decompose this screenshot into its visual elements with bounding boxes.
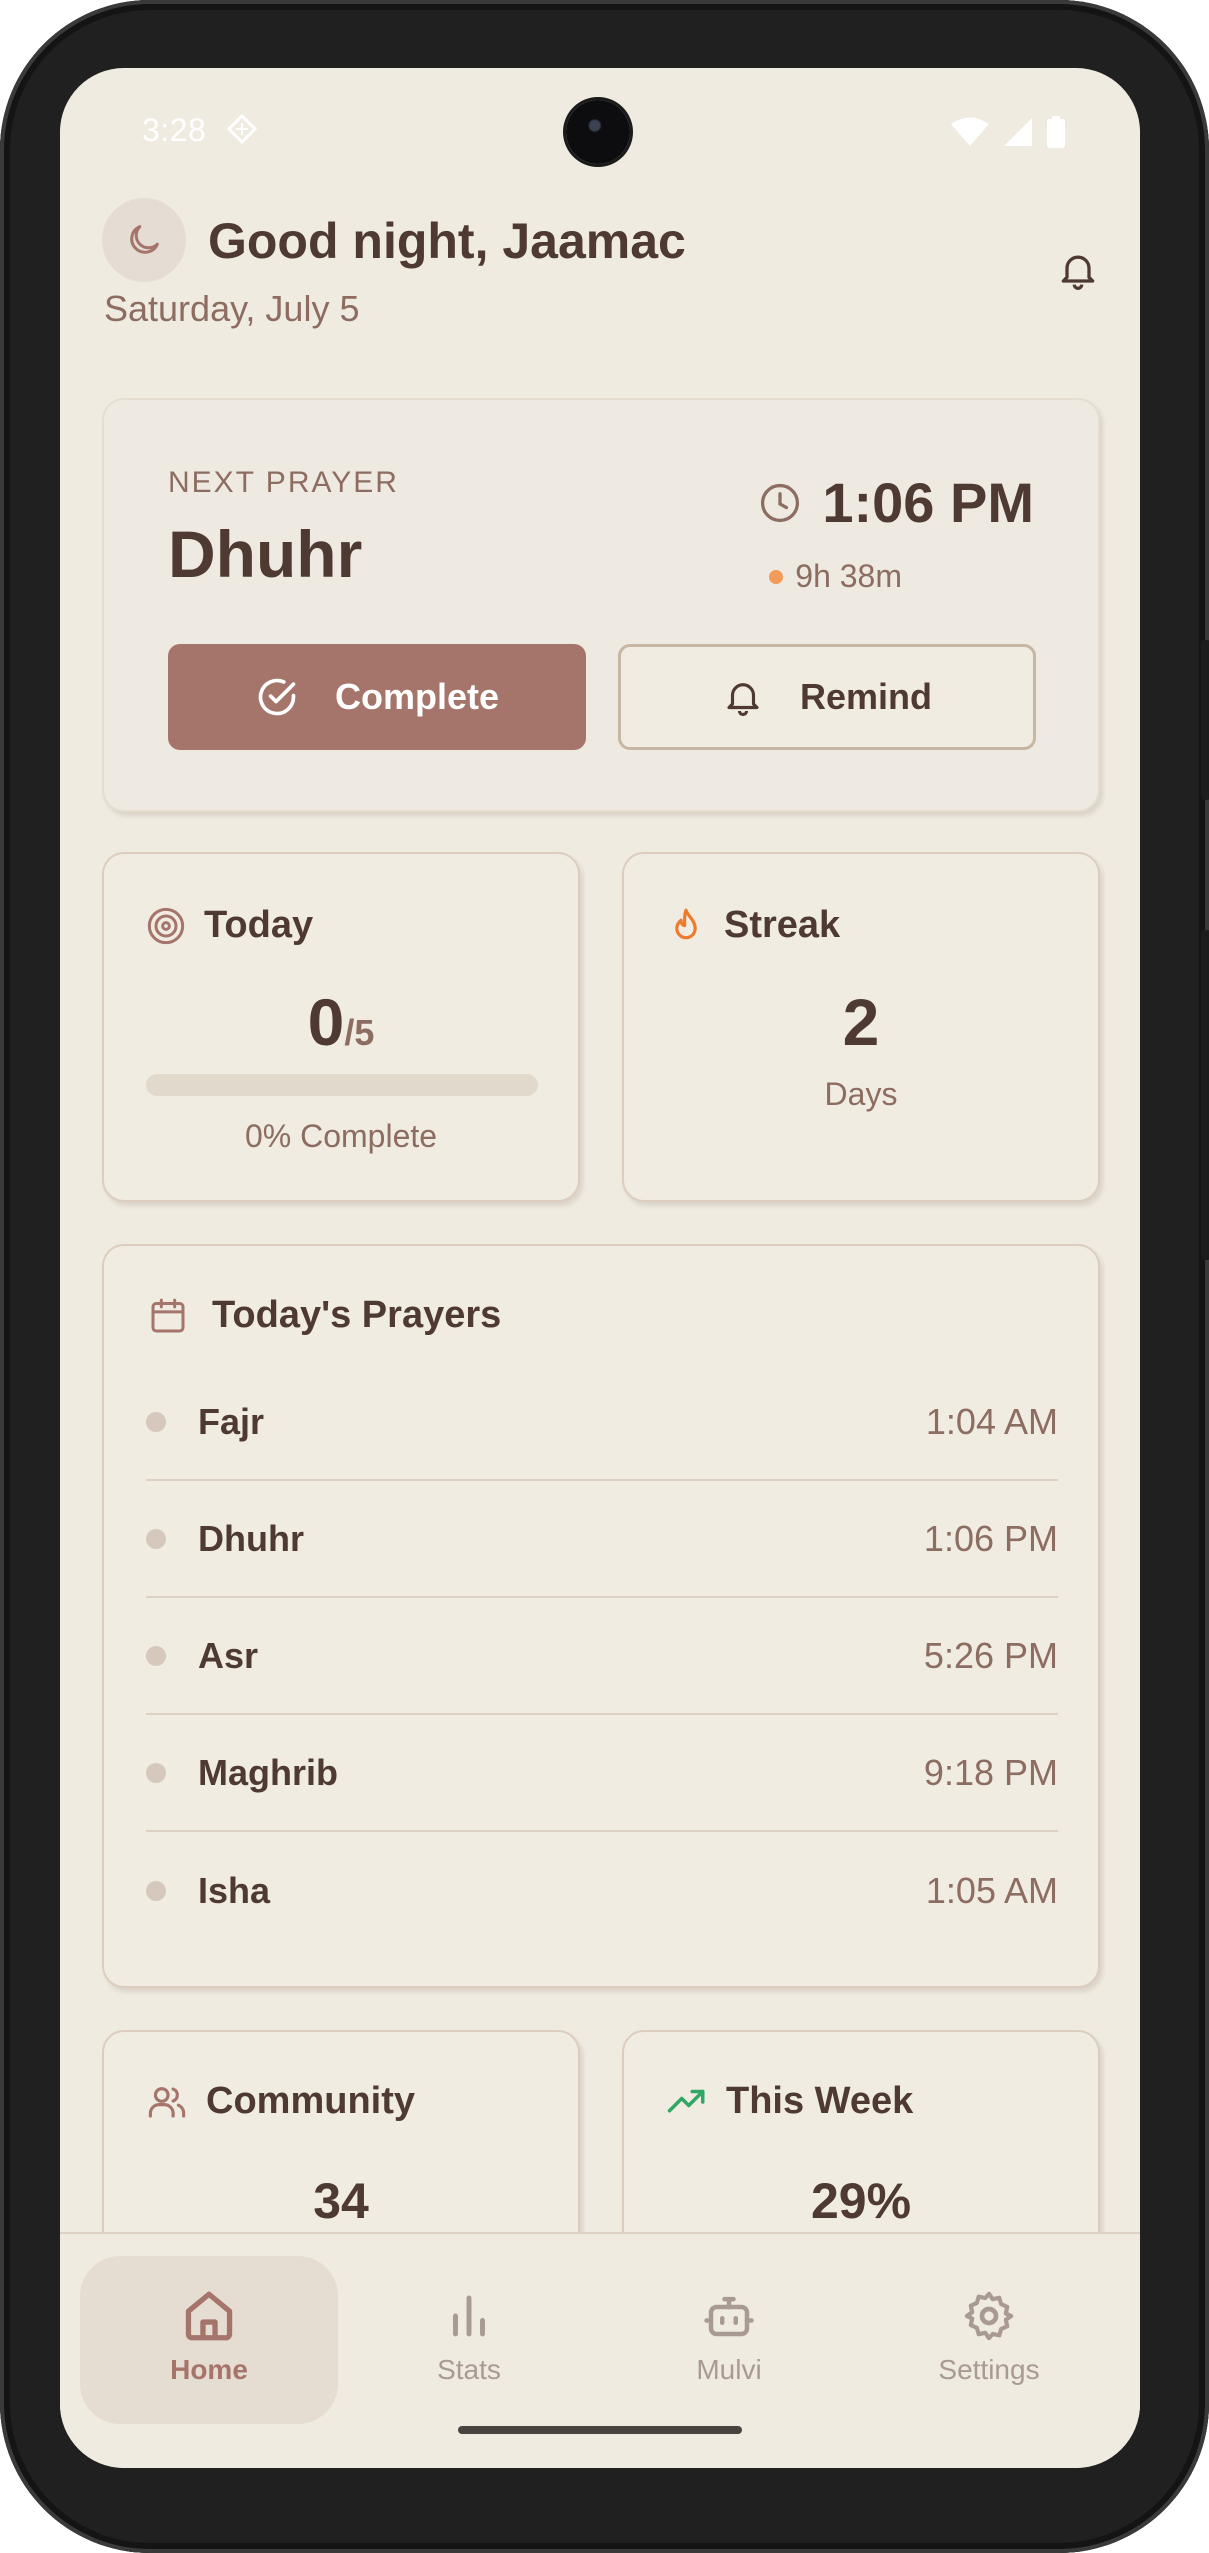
nav-mulvi-label: Mulvi bbox=[696, 2354, 762, 2385]
prayer-time: 5:26 PM bbox=[923, 1634, 1058, 1676]
countdown-dot bbox=[769, 569, 784, 584]
greeting: Good night, Jaamac bbox=[208, 213, 686, 269]
prayer-status-dot bbox=[146, 1880, 166, 1901]
signal-icon bbox=[1004, 118, 1032, 146]
prayer-name: Isha bbox=[198, 1869, 271, 1911]
next-prayer-name: Dhuhr bbox=[168, 517, 363, 591]
streak-unit: Days bbox=[824, 1076, 898, 1112]
nav-home[interactable]: Home bbox=[80, 2256, 338, 2424]
gear-icon bbox=[959, 2286, 1019, 2346]
calendar-icon bbox=[151, 1298, 185, 1332]
prayer-time: 1:06 PM bbox=[923, 1517, 1058, 1559]
today-percent: 0% Complete bbox=[244, 1118, 438, 1154]
next-prayer-card: NEXT PRAYER Dhuhr 1:06 PM 9h 38m Complet… bbox=[102, 398, 1100, 812]
complete-button-label: Complete bbox=[334, 676, 500, 717]
status-time: 3:28 bbox=[142, 112, 207, 148]
streak-count: 2 bbox=[842, 985, 880, 1059]
prayer-name: Dhuhr bbox=[198, 1517, 304, 1559]
prayer-name: Asr bbox=[198, 1634, 259, 1676]
nav-stats[interactable]: Stats bbox=[340, 2256, 598, 2424]
prayer-time: 1:05 AM bbox=[925, 1869, 1058, 1911]
this-week-value: 29% bbox=[810, 2173, 912, 2229]
remind-button[interactable]: Remind bbox=[618, 644, 1036, 750]
nav-stats-label: Stats bbox=[437, 2354, 501, 2385]
bell-icon bbox=[1061, 255, 1095, 290]
today-count: 0/5 bbox=[104, 984, 578, 1060]
complete-button[interactable]: Complete bbox=[168, 644, 586, 750]
countdown-text: 9h 38m bbox=[795, 558, 902, 594]
streak-card-header: Streak bbox=[666, 904, 840, 947]
flame-icon bbox=[675, 908, 697, 939]
bot-icon bbox=[699, 2286, 759, 2346]
prayer-list: Fajr 1:04 AM Dhuhr 1:06 PM Asr 5:26 PM M… bbox=[146, 1364, 1058, 1949]
nav-mulvi[interactable]: Mulvi bbox=[600, 2256, 858, 2424]
this-week-title: This Week bbox=[726, 2080, 914, 2122]
nav-settings-label: Settings bbox=[938, 2354, 1040, 2385]
users-icon bbox=[148, 2086, 186, 2118]
todays-prayers-card: Today's Prayers Fajr 1:04 AM Dhuhr 1:06 … bbox=[102, 1244, 1100, 1988]
countdown: 9h 38m bbox=[769, 558, 902, 595]
streak-card[interactable]: Streak 2 Days bbox=[622, 852, 1100, 1202]
status-diamond-icon bbox=[227, 114, 257, 144]
prayer-time: 9:18 PM bbox=[923, 1751, 1058, 1793]
status-icons bbox=[950, 116, 1066, 148]
streak-title: Streak bbox=[724, 904, 841, 946]
remind-button-label: Remind bbox=[799, 676, 932, 717]
battery-icon bbox=[1047, 116, 1065, 148]
next-prayer-label: NEXT PRAYER bbox=[168, 466, 399, 499]
prayer-status-dot bbox=[146, 1411, 166, 1432]
community-title: Community bbox=[206, 2080, 415, 2122]
prayer-status-dot bbox=[146, 1645, 166, 1666]
today-card-header: Today bbox=[146, 904, 313, 947]
prayer-row[interactable]: Dhuhr 1:06 PM bbox=[146, 1481, 1058, 1598]
prayer-row[interactable]: Isha 1:05 AM bbox=[146, 1832, 1058, 1949]
today-completed: 0 bbox=[307, 985, 345, 1059]
front-camera bbox=[566, 100, 630, 164]
date-text: Saturday, July 5 bbox=[104, 288, 360, 329]
bell-icon bbox=[727, 683, 759, 717]
header: Good night, Jaamac Saturday, July 5 bbox=[102, 198, 1102, 338]
nav-home-label: Home bbox=[170, 2354, 248, 2385]
bar-chart-icon bbox=[439, 2286, 499, 2346]
clock-icon bbox=[761, 483, 800, 522]
phone-frame: 3:28 Good night, Jaamac Saturday, July 5 bbox=[0, 0, 1209, 2553]
prayer-name: Fajr bbox=[198, 1400, 265, 1442]
todays-prayers-header: Today's Prayers bbox=[148, 1294, 501, 1337]
prayer-row[interactable]: Asr 5:26 PM bbox=[146, 1598, 1058, 1715]
prayer-row[interactable]: Fajr 1:04 AM bbox=[146, 1364, 1058, 1481]
today-title: Today bbox=[204, 904, 314, 946]
prayer-status-dot bbox=[146, 1528, 166, 1549]
community-value: 34 bbox=[313, 2173, 369, 2229]
wifi-icon bbox=[951, 117, 989, 146]
home-indicator[interactable] bbox=[458, 2426, 742, 2434]
this-week-card-header: This Week bbox=[666, 2080, 913, 2123]
moon-icon bbox=[102, 198, 186, 282]
next-prayer-time: 1:06 PM bbox=[822, 471, 1034, 534]
prayer-row[interactable]: Maghrib 9:18 PM bbox=[146, 1715, 1058, 1832]
community-card-header: Community bbox=[146, 2080, 415, 2123]
nav-settings[interactable]: Settings bbox=[860, 2256, 1118, 2424]
home-icon bbox=[179, 2286, 239, 2346]
notifications-button[interactable] bbox=[1048, 240, 1108, 300]
target-icon bbox=[147, 907, 185, 944]
trending-up-icon bbox=[667, 2089, 705, 2112]
prayer-time: 1:04 AM bbox=[925, 1400, 1058, 1442]
app-screen: 3:28 Good night, Jaamac Saturday, July 5 bbox=[60, 68, 1140, 2468]
todays-prayers-title: Today's Prayers bbox=[212, 1294, 502, 1336]
check-circle-icon bbox=[258, 678, 296, 716]
today-card[interactable]: Today 0/5 0% Complete bbox=[102, 852, 580, 1202]
today-total: /5 bbox=[344, 1012, 375, 1053]
today-progress-bar bbox=[146, 1074, 538, 1096]
prayer-status-dot bbox=[146, 1762, 166, 1783]
next-prayer-time-row: 1:06 PM bbox=[758, 470, 1034, 535]
prayer-name: Maghrib bbox=[198, 1751, 338, 1793]
power-button bbox=[1201, 640, 1209, 800]
volume-button bbox=[1201, 930, 1209, 1260]
